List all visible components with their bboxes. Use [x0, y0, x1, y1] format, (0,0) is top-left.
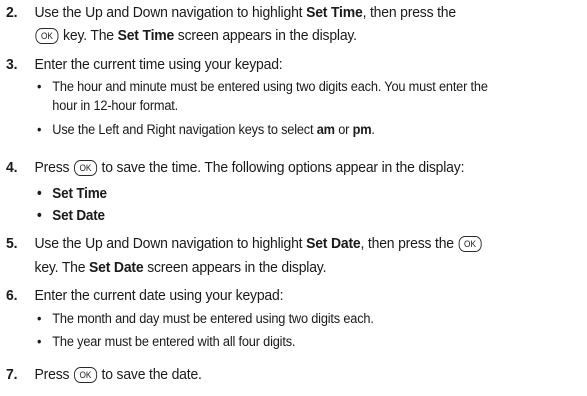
bullet-text: or	[334, 122, 353, 138]
step-number: 5.	[6, 235, 18, 252]
ok-key-icon: OK	[73, 160, 97, 176]
step-bold-term: Set Time	[306, 4, 363, 21]
step-number: 6.	[6, 287, 18, 304]
step-text-part: Press	[34, 366, 74, 383]
list-item: • The year must be entered with all four…	[37, 333, 587, 352]
step-bold-term: Set Date	[89, 259, 144, 276]
bullet-icon: •	[37, 311, 42, 327]
bullet-bold-term: am	[316, 122, 335, 138]
step-text: Use the Up and Down navigation to highli…	[35, 2, 569, 46]
bullet-icon: •	[37, 334, 42, 350]
step-text: Enter the current date using your keypad…	[34, 287, 284, 304]
bullet-text: The hour and minute must be entered usin…	[52, 79, 488, 95]
bullet-icon: •	[37, 185, 42, 202]
bullet-text: Use the Left and Right navigation keys t…	[52, 122, 317, 138]
step-text-part: Use the Up and Down navigation to highli…	[34, 4, 307, 21]
bullet-icon: •	[37, 207, 42, 224]
step-text-part: to save the time. The following options …	[97, 159, 465, 176]
step-text-part: , then press the	[360, 235, 458, 252]
bullet-bold-term: pm	[352, 122, 372, 138]
option-label: Set Time	[52, 185, 107, 202]
bullet-icon: •	[37, 122, 42, 138]
step-text-part: screen appears in the display.	[143, 259, 327, 276]
step-6-bullets: • The month and day must be entered usin…	[37, 310, 587, 352]
step-text-part: Press	[34, 159, 74, 176]
step-number: 3.	[6, 56, 18, 73]
step-text-part: Use the Up and Down navigation to highli…	[34, 235, 307, 252]
step-number: 7.	[6, 366, 18, 383]
step-text-part: screen appears in the display.	[174, 27, 357, 44]
step-bold-term: Set Date	[306, 235, 361, 252]
bullet-text: hour in 12-hour format.	[52, 98, 179, 114]
step-bold-term: Set Time	[117, 27, 175, 44]
bullet-text: The month and day must be entered using …	[52, 311, 374, 327]
step-text-part: key. The	[59, 27, 118, 44]
step-number: 4.	[6, 159, 18, 176]
ok-key-icon: OK	[73, 367, 97, 383]
step-text-part: , then press the	[362, 4, 457, 21]
step-text: Use the Up and Down navigation to highli…	[35, 233, 569, 278]
step-number: 2.	[6, 4, 18, 21]
step-text-part: key. The	[34, 259, 90, 276]
step-text: Press OK to save the time. The following…	[35, 157, 569, 178]
step-text-part: to save the date.	[97, 366, 202, 383]
step-3-bullets: • The hour and minute must be entered us…	[37, 78, 587, 140]
bullet-text: The year must be entered with all four d…	[52, 334, 296, 350]
ok-key-icon: OK	[35, 28, 59, 44]
list-item: • The hour and minute must be entered us…	[37, 78, 587, 116]
step-4-bullets: • Set Time • Set Date	[37, 183, 587, 226]
list-item: • Set Time	[37, 183, 587, 204]
list-item: • The month and day must be entered usin…	[37, 310, 587, 329]
bullet-icon: •	[37, 79, 42, 95]
list-item: • Use the Left and Right navigation keys…	[37, 121, 587, 140]
instruction-document: 2. Use the Up and Down navigation to hig…	[0, 0, 587, 396]
list-item: • Set Date	[37, 205, 587, 226]
ok-key-icon: OK	[458, 236, 482, 252]
step-text: Press OK to save the date.	[35, 364, 569, 385]
option-label: Set Date	[52, 207, 105, 224]
step-text: Enter the current time using your keypad…	[34, 56, 283, 73]
bullet-text: .	[371, 122, 375, 138]
